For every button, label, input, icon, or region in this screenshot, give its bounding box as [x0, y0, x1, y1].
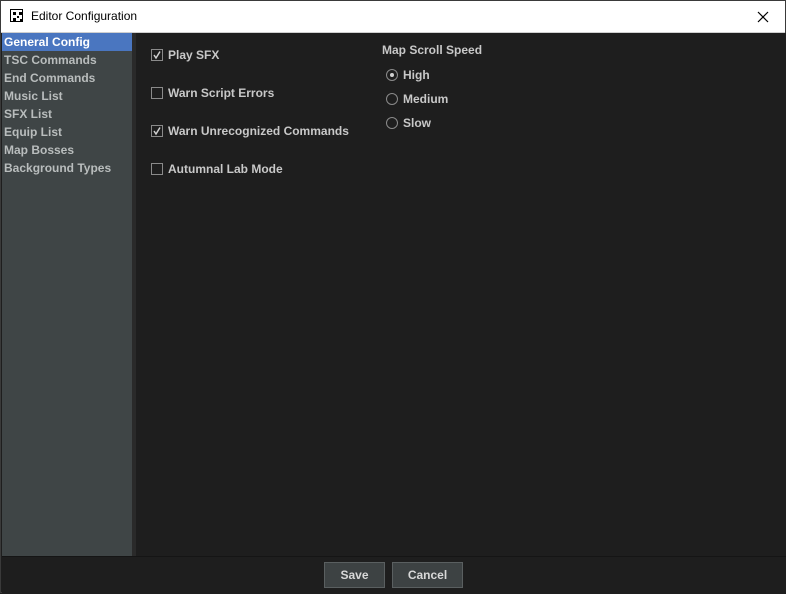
scroll-speed-medium-option[interactable]: Medium — [386, 91, 448, 107]
checkmark-icon — [153, 51, 161, 60]
radio-selected-dot — [390, 73, 394, 77]
save-button[interactable]: Save — [324, 562, 385, 588]
editor-configuration-window: Editor Configuration General Config TSC … — [0, 0, 786, 594]
warn-script-errors-checkbox[interactable] — [151, 87, 163, 99]
sidebar-item-map-bosses[interactable]: Map Bosses — [2, 141, 132, 159]
scroll-speed-slow-radio[interactable] — [386, 117, 398, 129]
sidebar-item-sfx-list[interactable]: SFX List — [2, 105, 132, 123]
sidebar-item-background-types[interactable]: Background Types — [2, 159, 132, 177]
general-config-panel: Play SFX Warn Script Errors Warn Unrecog… — [136, 33, 786, 556]
scroll-speed-medium-label: Medium — [403, 92, 449, 106]
scroll-speed-slow-label: Slow — [403, 116, 432, 130]
autumnal-lab-mode-checkbox[interactable] — [151, 163, 163, 175]
title-bar: Editor Configuration — [1, 1, 785, 33]
scroll-speed-high-label: High — [403, 68, 430, 82]
sidebar-item-music-list[interactable]: Music List — [2, 87, 132, 105]
warn-unrecognized-commands-label: Warn Unrecognized Commands — [168, 124, 349, 138]
warn-unrecognized-commands-checkbox[interactable] — [151, 125, 163, 137]
close-icon — [757, 11, 769, 22]
scroll-speed-medium-radio[interactable] — [386, 93, 398, 105]
window-title: Editor Configuration — [31, 9, 138, 23]
map-scroll-speed-heading: Map Scroll Speed — [382, 43, 483, 57]
sidebar-item-equip-list[interactable]: Equip List — [2, 123, 132, 141]
warn-script-errors-option[interactable]: Warn Script Errors — [151, 85, 274, 101]
dialog-button-bar: Save Cancel — [2, 556, 786, 594]
close-button[interactable] — [741, 1, 785, 32]
scroll-speed-high-radio[interactable] — [386, 69, 398, 81]
app-qr-icon — [10, 9, 23, 22]
checkmark-icon — [153, 127, 161, 136]
autumnal-lab-mode-option[interactable]: Autumnal Lab Mode — [151, 161, 283, 177]
warn-script-errors-label: Warn Script Errors — [168, 86, 275, 100]
play-sfx-checkbox[interactable] — [151, 49, 163, 61]
play-sfx-option[interactable]: Play SFX — [151, 47, 219, 63]
play-sfx-label: Play SFX — [168, 48, 220, 62]
category-sidebar: General Config TSC Commands End Commands… — [2, 33, 132, 556]
cancel-button[interactable]: Cancel — [392, 562, 463, 588]
scroll-speed-slow-option[interactable]: Slow — [386, 115, 431, 131]
scroll-speed-high-option[interactable]: High — [386, 67, 430, 83]
warn-unrecognized-commands-option[interactable]: Warn Unrecognized Commands — [151, 123, 349, 139]
autumnal-lab-mode-label: Autumnal Lab Mode — [168, 162, 283, 176]
sidebar-item-general-config[interactable]: General Config — [2, 33, 132, 51]
sidebar-item-tsc-commands[interactable]: TSC Commands — [2, 51, 132, 69]
sidebar-item-end-commands[interactable]: End Commands — [2, 69, 132, 87]
